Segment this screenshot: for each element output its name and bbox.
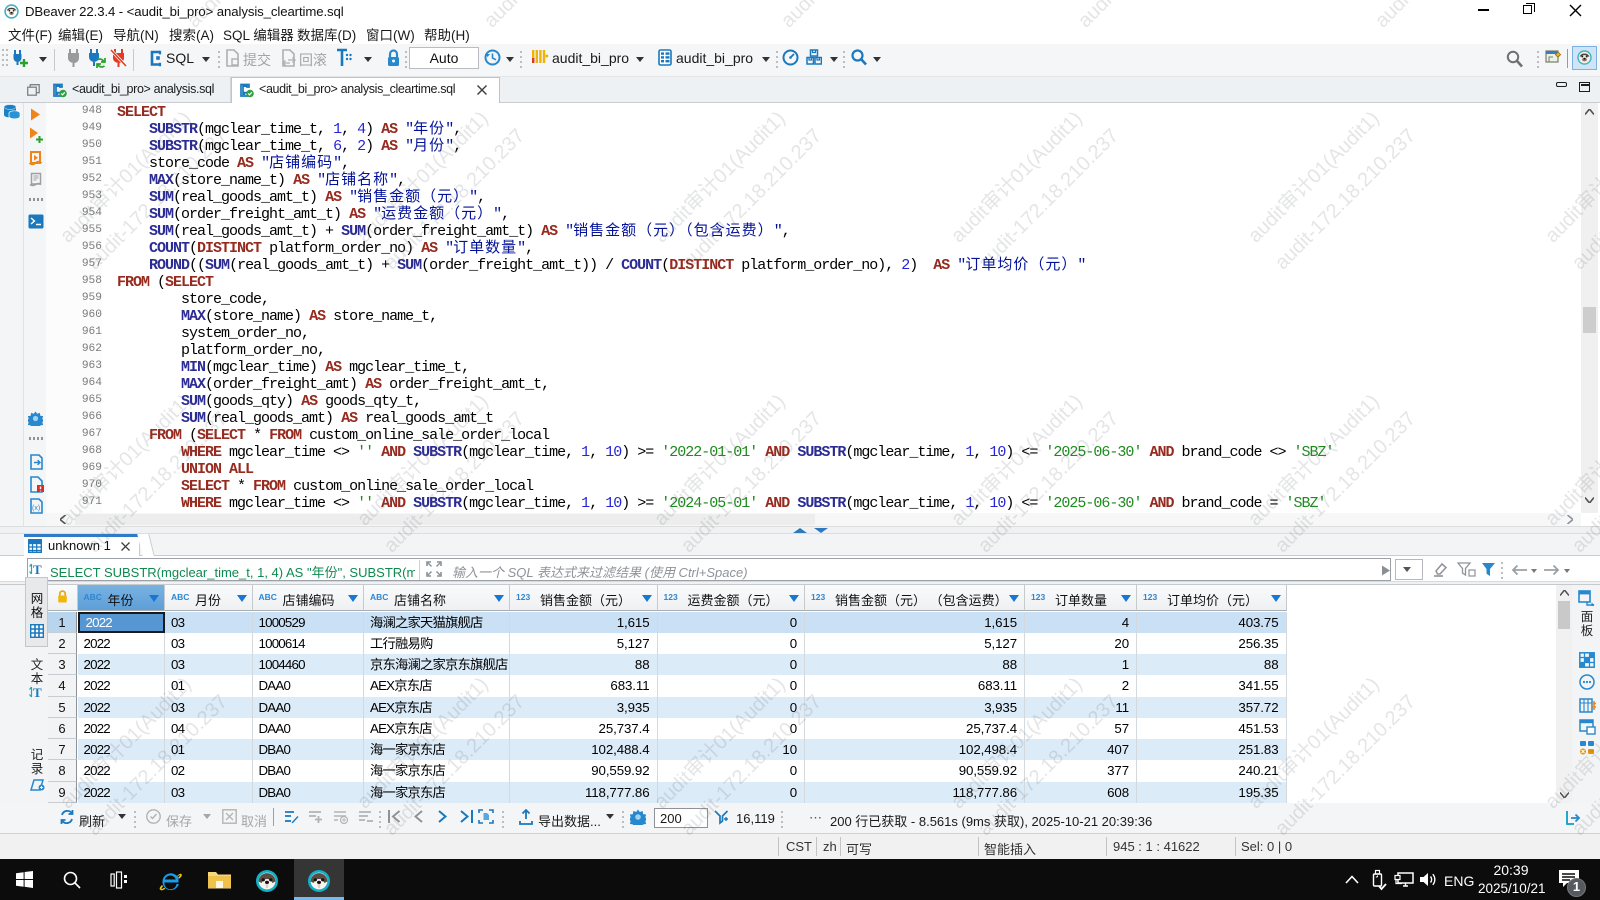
svg-text:T: T — [33, 685, 42, 700]
svg-text:T: T — [33, 562, 42, 577]
svg-text:(x): (x) — [32, 505, 40, 512]
